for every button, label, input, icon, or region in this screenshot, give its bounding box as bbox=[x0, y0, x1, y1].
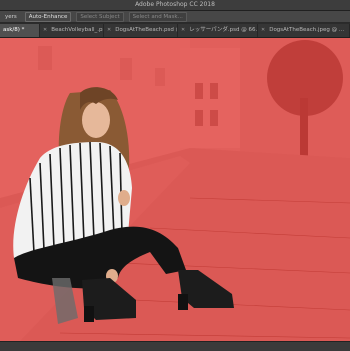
select-and-mask-button[interactable]: Select and Mask... bbox=[128, 11, 187, 22]
tab-dogs-at-the-beach-jpeg[interactable]: ✕ DogsAtTheBeach.jpeg @ ... bbox=[258, 24, 350, 37]
select-subject-button[interactable]: Select Subject bbox=[76, 11, 124, 22]
options-bar: yers Auto-Enhance Select Subject Select … bbox=[0, 11, 350, 23]
window-title: Adobe Photoshop CC 2018 bbox=[135, 1, 215, 8]
tab-active-document[interactable]: ask/8) * bbox=[0, 24, 40, 37]
tab-beach-volleyball[interactable]: ✕ BeachVolleyball_.psd @ 1... bbox=[40, 24, 104, 37]
close-icon[interactable]: ✕ bbox=[107, 24, 111, 37]
auto-enhance-checkbox[interactable]: Auto-Enhance bbox=[24, 11, 72, 22]
close-icon[interactable]: ✕ bbox=[261, 24, 265, 37]
tab-label: DogsAtTheBeach.psd @ 5... bbox=[115, 27, 177, 33]
tab-label: ask/8) * bbox=[3, 27, 25, 33]
tab-label: DogsAtTheBeach.jpeg @ ... bbox=[269, 27, 345, 33]
face bbox=[82, 102, 110, 138]
document-canvas[interactable] bbox=[0, 38, 350, 341]
tab-label: BeachVolleyball_.psd @ 1... bbox=[51, 27, 104, 33]
options-item-layers[interactable]: yers bbox=[2, 13, 20, 21]
close-icon[interactable]: ✕ bbox=[181, 24, 185, 37]
document-tab-bar: ask/8) * ✕ BeachVolleyball_.psd @ 1... ✕… bbox=[0, 24, 350, 38]
window-titlebar: Adobe Photoshop CC 2018 bbox=[0, 0, 350, 11]
canvas-image bbox=[0, 38, 350, 341]
tab-red-panda[interactable]: ✕ レッサーパンダ.psd @ 66.7... bbox=[178, 24, 258, 37]
tab-dogs-at-the-beach-psd[interactable]: ✕ DogsAtTheBeach.psd @ 5... bbox=[104, 24, 178, 37]
tab-label: レッサーパンダ.psd @ 66.7... bbox=[189, 27, 258, 33]
close-icon[interactable]: ✕ bbox=[43, 24, 47, 37]
